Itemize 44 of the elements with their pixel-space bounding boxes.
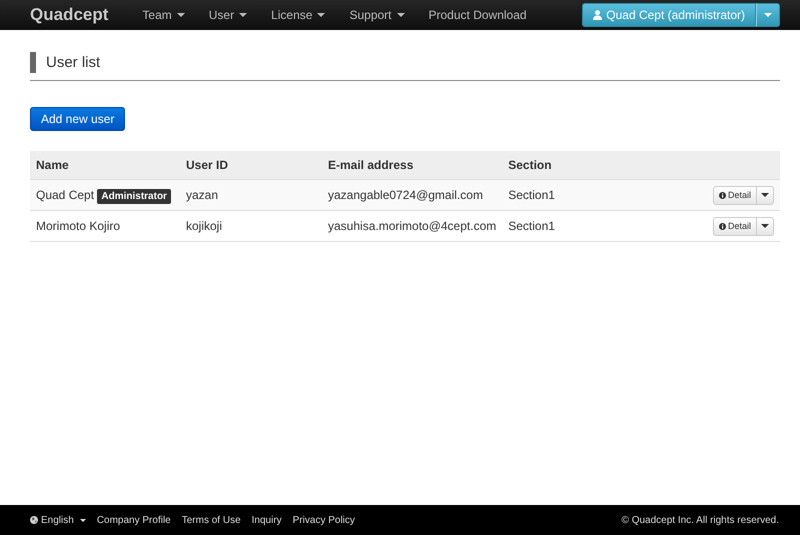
- table-cell: yazangable0724@gmail.com: [322, 180, 502, 210]
- nav-dropdown[interactable]: License: [271, 8, 326, 22]
- caret-icon: [239, 13, 248, 17]
- account-dropdown-toggle[interactable]: [756, 3, 780, 27]
- footer-link[interactable]: Inquiry: [252, 514, 282, 526]
- nav-dropdown[interactable]: Support: [349, 8, 404, 22]
- user-name: Quad Cept: [36, 188, 94, 202]
- copyright-text: © Quadcept Inc. All rights reserved.: [622, 514, 779, 526]
- info-icon: [718, 192, 726, 198]
- role-badge: Administrator: [97, 189, 171, 204]
- caret-icon: [80, 518, 86, 522]
- user-icon: [593, 10, 602, 20]
- table-cell: yasuhisa.morimoto@4cept.com: [322, 210, 502, 242]
- table-cell: Section1: [502, 180, 664, 210]
- detail-button[interactable]: Detail: [712, 186, 757, 204]
- nav-dropdown[interactable]: Team: [142, 8, 185, 22]
- caret-icon: [761, 224, 769, 228]
- user-name: Morimoto Kojiro: [36, 219, 120, 233]
- footer-link[interactable]: Privacy Policy: [292, 514, 355, 526]
- column-header: User ID: [180, 151, 322, 180]
- column-header: Name: [30, 151, 180, 180]
- globe-icon: [30, 516, 38, 524]
- table-cell: Section1: [502, 210, 664, 242]
- nav-link[interactable]: Product Download: [428, 8, 527, 22]
- language-selector[interactable]: English: [30, 514, 86, 526]
- nav-dropdown[interactable]: User: [208, 8, 248, 22]
- caret-icon: [317, 13, 326, 17]
- action-dropdown-toggle[interactable]: [757, 186, 774, 204]
- caret-icon: [761, 193, 769, 197]
- caret-icon: [764, 13, 772, 17]
- column-header: E-mail address: [322, 151, 502, 180]
- column-header: Section: [502, 151, 664, 180]
- table-cell: kojikoji: [180, 210, 322, 242]
- footer-link[interactable]: Terms of Use: [182, 514, 241, 526]
- page-title: User list: [30, 52, 780, 73]
- action-dropdown-toggle[interactable]: [757, 216, 774, 236]
- caret-icon: [396, 13, 404, 17]
- info-icon: [718, 222, 726, 230]
- table-cell: yazan: [180, 180, 322, 210]
- add-user-button[interactable]: Add new user: [30, 107, 126, 131]
- detail-button[interactable]: Detail: [712, 216, 757, 236]
- footer-link[interactable]: Company Profile: [96, 514, 171, 526]
- brand-logo[interactable]: Quadcept: [30, 5, 108, 25]
- caret-icon: [176, 13, 185, 17]
